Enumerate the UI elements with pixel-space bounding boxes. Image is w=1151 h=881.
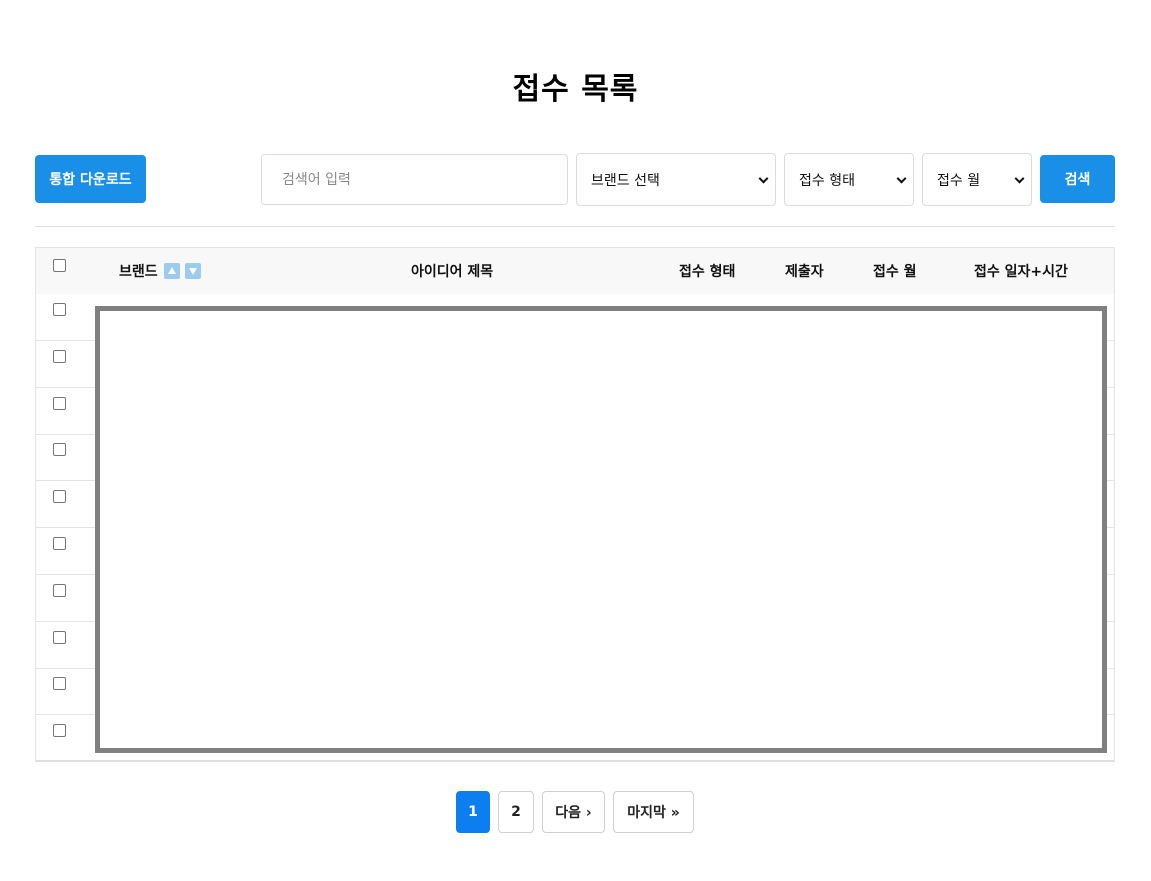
- row-checkbox[interactable]: [53, 677, 66, 690]
- column-header-submission-type: 접수 형태: [679, 264, 736, 280]
- column-header-submitter: 제출자: [785, 264, 824, 280]
- row-checkbox[interactable]: [53, 490, 66, 503]
- sort-descending-icon[interactable]: [184, 263, 201, 279]
- page-title: 접수 목록: [512, 72, 639, 107]
- row-checkbox[interactable]: [53, 584, 66, 597]
- select-all-checkbox[interactable]: [53, 259, 66, 272]
- column-header-brand-label: 브랜드: [119, 264, 158, 280]
- redacted-content-box: [95, 306, 1107, 753]
- row-checkbox[interactable]: [53, 303, 66, 316]
- divider: [35, 226, 1115, 227]
- brand-select-value: 브랜드 선택: [591, 172, 660, 189]
- row-checkbox[interactable]: [53, 537, 66, 550]
- column-header-submission-datetime: 접수 일자+시간: [974, 264, 1068, 280]
- sort-ascending-icon[interactable]: [163, 263, 180, 279]
- row-checkbox[interactable]: [53, 350, 66, 363]
- submission-month-select[interactable]: 접수 월: [922, 153, 1032, 206]
- column-header-idea-title: 아이디어 제목: [411, 264, 494, 280]
- row-checkbox[interactable]: [53, 443, 66, 456]
- submission-type-select-value: 접수 형태: [799, 172, 855, 189]
- chevron-down-icon: [758, 173, 769, 184]
- chevron-down-icon: [1014, 173, 1025, 184]
- page: 접수 목록 통합 다운로드 브랜드 선택 접수 형태 접수 월 검색 브랜드 아: [0, 0, 1151, 881]
- column-header-brand: 브랜드: [119, 248, 201, 294]
- submission-month-select-value: 접수 월: [937, 172, 981, 189]
- page-button-1[interactable]: 1: [456, 791, 490, 833]
- next-page-button[interactable]: 다음 ›: [542, 791, 605, 833]
- pagination: 1 2 다음 › 마지막 »: [0, 791, 1151, 833]
- search-input[interactable]: [261, 154, 568, 205]
- search-button[interactable]: 검색: [1040, 155, 1115, 203]
- brand-select[interactable]: 브랜드 선택: [576, 153, 776, 206]
- chevron-down-icon: [896, 173, 907, 184]
- table-header: 브랜드 아이디어 제목 접수 형태 제출자 접수 월 접수 일자+시간: [36, 248, 1114, 294]
- page-button-2[interactable]: 2: [498, 791, 534, 833]
- last-page-button[interactable]: 마지막 »: [613, 791, 694, 833]
- row-checkbox[interactable]: [53, 631, 66, 644]
- bulk-download-button[interactable]: 통합 다운로드: [35, 155, 146, 203]
- toolbar: 통합 다운로드 브랜드 선택 접수 형태 접수 월 검색: [35, 153, 1115, 207]
- column-header-submission-month: 접수 월: [873, 264, 917, 280]
- row-checkbox[interactable]: [53, 724, 66, 737]
- row-checkbox[interactable]: [53, 397, 66, 410]
- submission-type-select[interactable]: 접수 형태: [784, 153, 914, 206]
